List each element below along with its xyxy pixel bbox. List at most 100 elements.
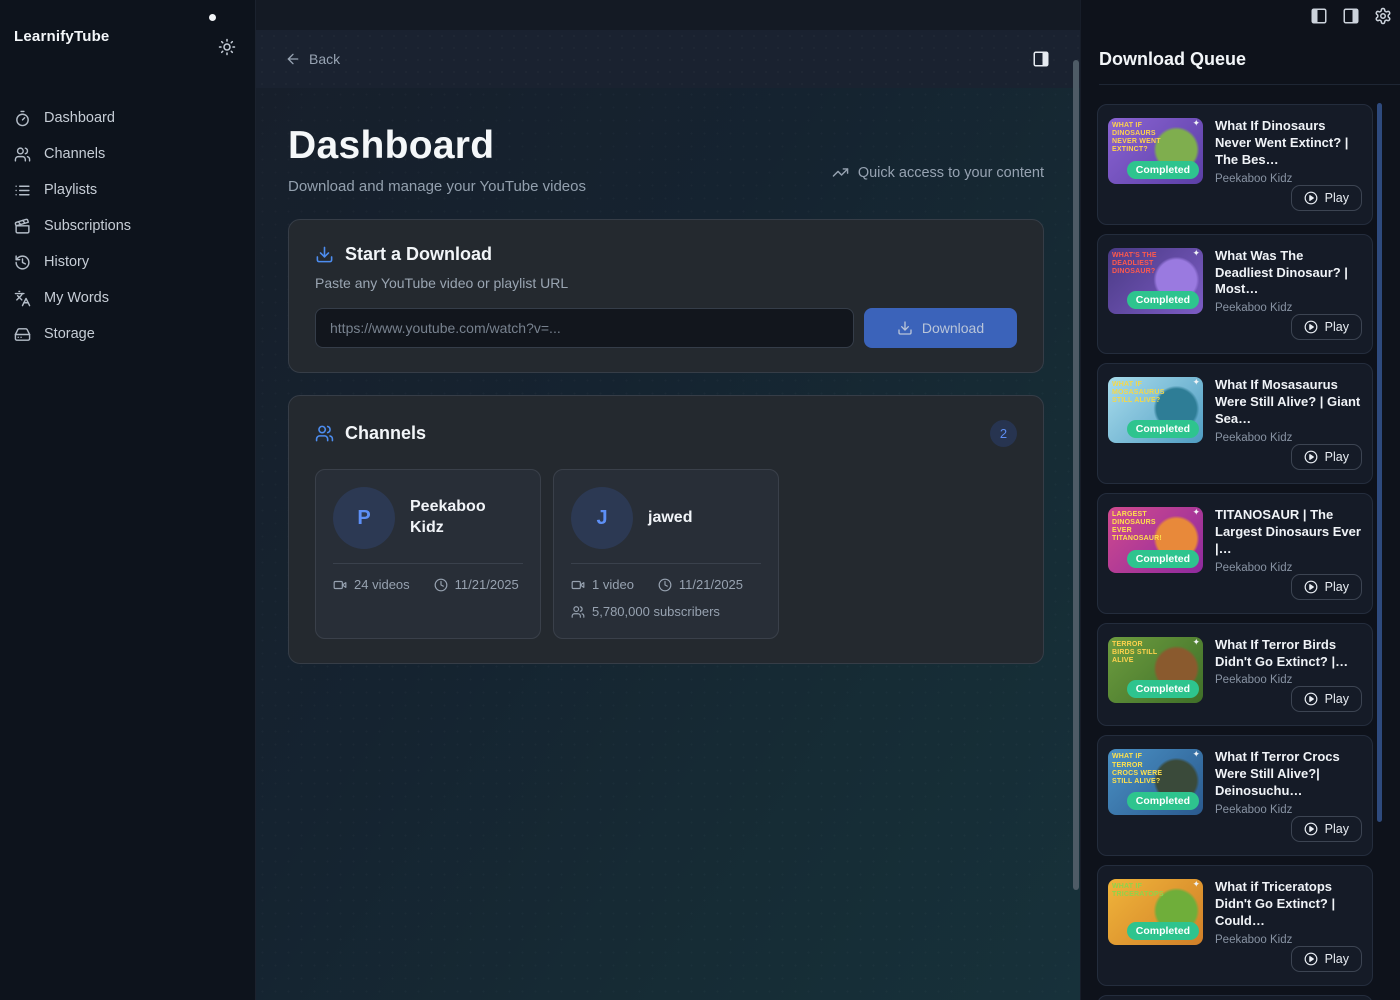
history-icon [14, 254, 31, 271]
status-badge: Completed [1127, 792, 1199, 810]
video-title: What If Terror Crocs Were Still Alive?| … [1215, 749, 1362, 800]
theme-toggle-button[interactable] [218, 38, 236, 56]
page-title: Dashboard [288, 124, 586, 168]
channel-name: Peekaboo Kidz [410, 497, 523, 539]
hard-drive-icon [14, 326, 31, 343]
divider [571, 563, 761, 564]
video-thumbnail: What's The Deadliest Dinosaur? ✦ Complet… [1108, 248, 1203, 314]
video-channel: Peekaboo Kidz [1215, 674, 1362, 686]
sparkle-icon: ✦ [1192, 118, 1200, 129]
video-thumbnail: What If Triceratops ✦ Completed [1108, 879, 1203, 945]
video-channel: Peekaboo Kidz [1215, 302, 1362, 314]
play-button[interactable]: Play [1291, 185, 1362, 211]
queue-item[interactable]: What If Mosasaurus Still Alive? ✦ Comple… [1097, 363, 1373, 484]
video-channel: Peekaboo Kidz [1215, 173, 1362, 185]
users-icon [571, 605, 585, 619]
play-circle-icon [1304, 692, 1318, 706]
video-thumbnail: What If Mosasaurus Still Alive? ✦ Comple… [1108, 377, 1203, 443]
video-title: TITANOSAUR | The Largest Dinosaurs Ever … [1215, 507, 1362, 558]
sidebar-item-channels[interactable]: Channels [0, 136, 255, 172]
play-circle-icon [1304, 952, 1318, 966]
download-card-subtitle: Paste any YouTube video or playlist URL [315, 275, 1017, 291]
play-circle-icon [1304, 450, 1318, 464]
panel-right-icon [1032, 50, 1050, 68]
clapperboard-icon [14, 218, 31, 235]
users-icon [315, 424, 334, 443]
queue-item[interactable]: What If Pterosaur Didn't Go Extinct? ✦ C… [1097, 995, 1373, 1000]
toggle-right-panel-button[interactable] [1032, 50, 1050, 68]
video-channel: Peekaboo Kidz [1215, 562, 1362, 574]
top-strip [256, 0, 1080, 30]
sidebar: LearnifyTube Dashboard Channels Playlist… [0, 0, 256, 1000]
queue-item[interactable]: What If Dinosaurs Never Went Extinct? ✦ … [1097, 104, 1373, 225]
video-channel: Peekaboo Kidz [1215, 934, 1362, 946]
video-camera-icon [333, 578, 347, 592]
toggle-left-panel-button[interactable] [1310, 7, 1328, 25]
queue-item[interactable]: What's The Deadliest Dinosaur? ✦ Complet… [1097, 234, 1373, 355]
sparkle-icon: ✦ [1192, 377, 1200, 388]
sidebar-item-storage[interactable]: Storage [0, 316, 255, 352]
sidebar-item-history[interactable]: History [0, 244, 255, 280]
play-circle-icon [1304, 320, 1318, 334]
play-button[interactable]: Play [1291, 816, 1362, 842]
main-scrollbar[interactable] [1073, 60, 1079, 890]
channels-count-badge: 2 [990, 420, 1017, 447]
download-button-label: Download [922, 320, 984, 336]
timer-icon [14, 110, 31, 127]
queue-item[interactable]: What If Triceratops ✦ Completed What if … [1097, 865, 1373, 986]
play-circle-icon [1304, 580, 1318, 594]
list-icon [14, 182, 31, 199]
sidebar-item-my-words[interactable]: My Words [0, 280, 255, 316]
status-badge: Completed [1127, 680, 1199, 698]
video-title: What if Triceratops Didn't Go Extinct? |… [1215, 879, 1362, 930]
download-button[interactable]: Download [864, 308, 1017, 348]
sidebar-nav: Dashboard Channels Playlists Subscriptio… [0, 100, 255, 352]
download-queue-panel: Download Queue What If Dinosaurs Never W… [1080, 0, 1400, 1000]
play-button[interactable]: Play [1291, 686, 1362, 712]
video-camera-icon [571, 578, 585, 592]
status-badge: Completed [1127, 550, 1199, 568]
channel-card-peekaboo-kidz[interactable]: P Peekaboo Kidz 24 videos [315, 469, 541, 639]
play-button[interactable]: Play [1291, 314, 1362, 340]
sparkle-icon: ✦ [1192, 749, 1200, 760]
subscriber-count: 5,780,000 subscribers [571, 604, 720, 619]
video-channel: Peekaboo Kidz [1215, 804, 1362, 816]
quick-access-label: Quick access to your content [858, 165, 1044, 181]
sidebar-item-playlists[interactable]: Playlists [0, 172, 255, 208]
app-window: LearnifyTube Dashboard Channels Playlist… [0, 0, 1400, 1000]
back-label: Back [309, 51, 340, 67]
video-thumbnail: Largest Dinosaurs Ever Titanosaur! ✦ Com… [1108, 507, 1203, 573]
video-channel: Peekaboo Kidz [1215, 432, 1362, 444]
play-button[interactable]: Play [1291, 574, 1362, 600]
channel-card-jawed[interactable]: J jawed 1 video [553, 469, 779, 639]
video-title: What Was The Deadliest Dinosaur? | Most… [1215, 248, 1362, 299]
video-title: What If Dinosaurs Never Went Extinct? | … [1215, 118, 1362, 169]
queue-scrollbar[interactable] [1377, 103, 1382, 822]
play-button[interactable]: Play [1291, 444, 1362, 470]
video-thumbnail: What If Dinosaurs Never Went Extinct? ✦ … [1108, 118, 1203, 184]
users-icon [14, 146, 31, 163]
clock-icon [434, 578, 448, 592]
back-button[interactable]: Back [285, 51, 340, 67]
settings-button[interactable] [1374, 7, 1392, 25]
status-badge: Completed [1127, 420, 1199, 438]
queue-item[interactable]: What If Terror Crocs Were Still Alive? ✦… [1097, 735, 1373, 856]
sidebar-item-subscriptions[interactable]: Subscriptions [0, 208, 255, 244]
queue-item[interactable]: Largest Dinosaurs Ever Titanosaur! ✦ Com… [1097, 493, 1373, 614]
sidebar-item-dashboard[interactable]: Dashboard [0, 100, 255, 136]
sparkle-icon: ✦ [1192, 248, 1200, 259]
video-count: 1 video [571, 577, 634, 592]
app-logo: LearnifyTube [14, 28, 109, 45]
sparkle-icon: ✦ [1192, 879, 1200, 890]
divider [1099, 84, 1400, 85]
panel-right-icon [1342, 7, 1360, 25]
toggle-right-panel-button[interactable] [1342, 7, 1360, 25]
url-input[interactable] [315, 308, 854, 348]
download-queue-list: What If Dinosaurs Never Went Extinct? ✦ … [1097, 104, 1373, 1000]
video-title: What If Mosasaurus Were Still Alive? | G… [1215, 377, 1362, 428]
sun-icon [218, 38, 236, 56]
main-area: Back Dashboard Download and manage your … [256, 0, 1080, 1000]
queue-item[interactable]: Terror Birds Still Alive ✦ Completed Wha… [1097, 623, 1373, 727]
play-button[interactable]: Play [1291, 946, 1362, 972]
channel-date: 11/21/2025 [434, 577, 519, 592]
